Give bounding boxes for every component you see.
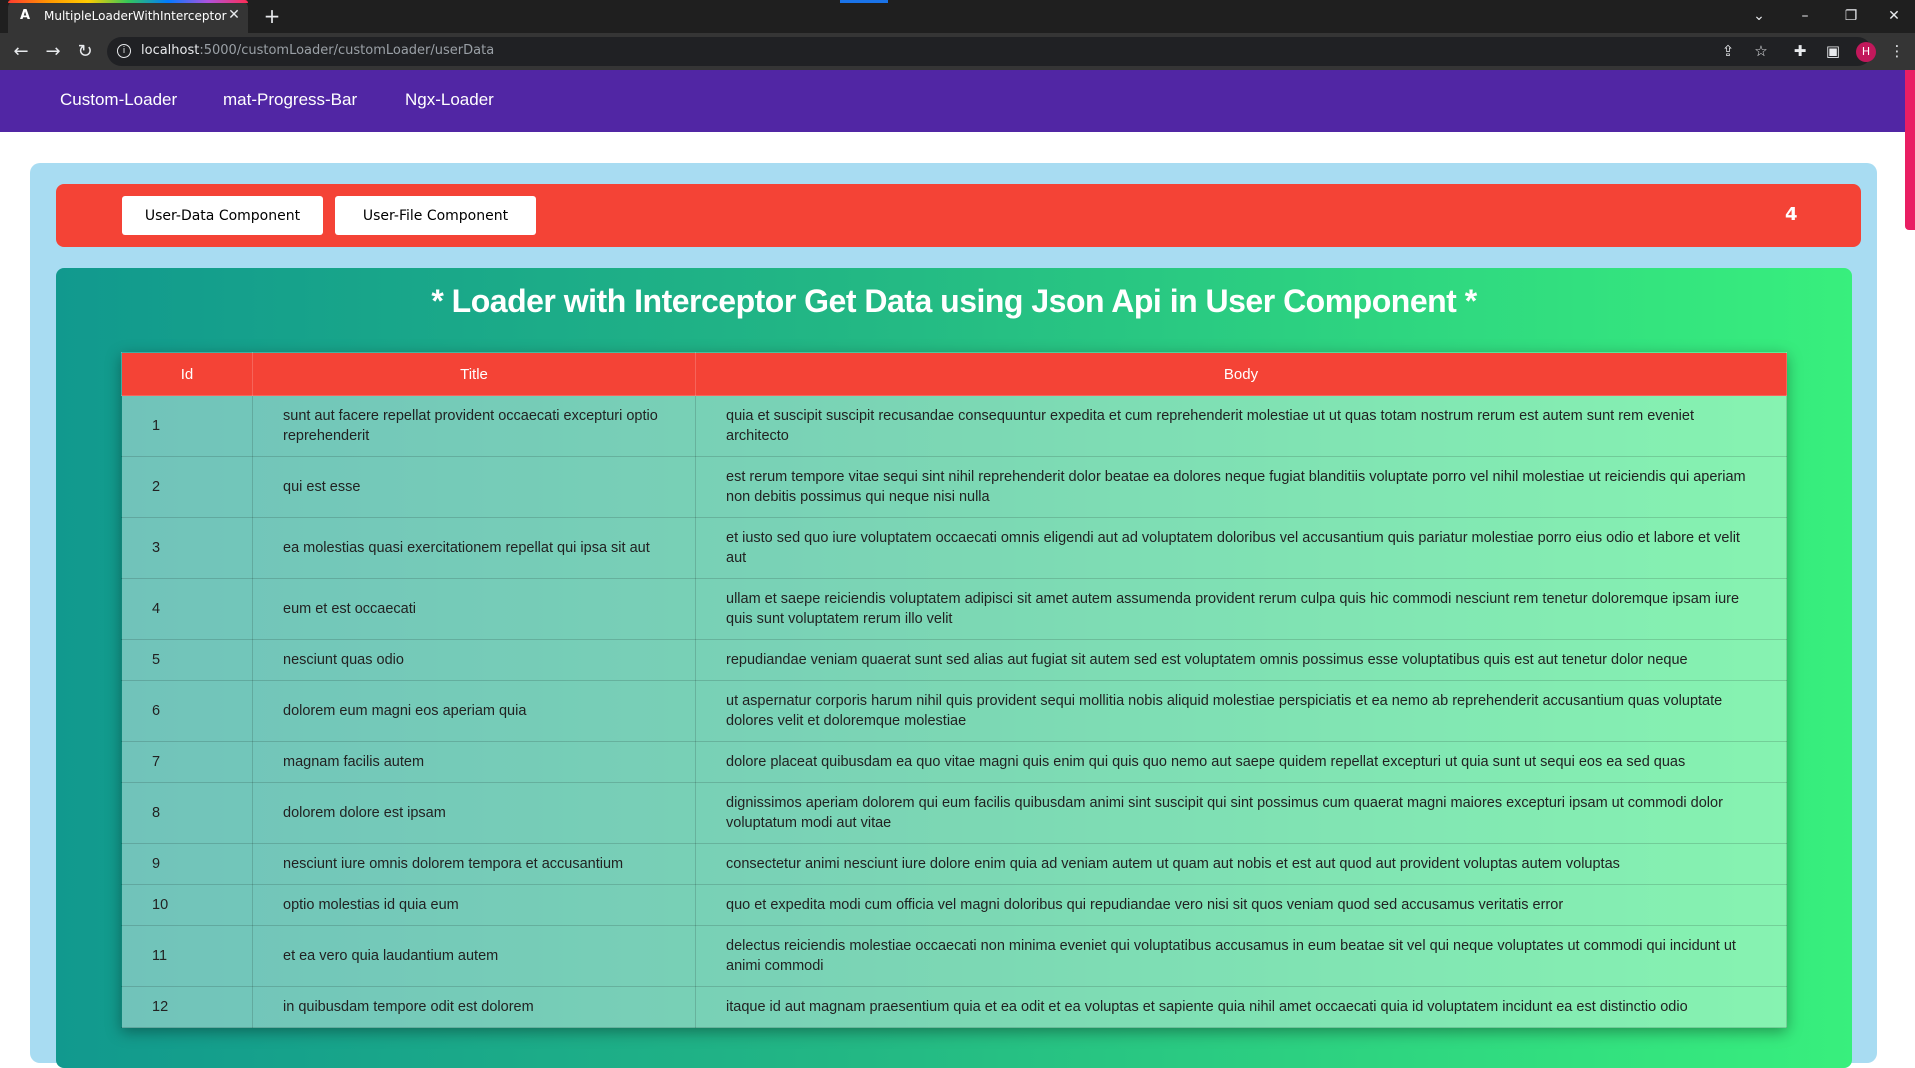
info-icon[interactable]: i [117, 44, 131, 58]
cell-title: et ea vero quia laudantium autem [252, 925, 696, 987]
cell-body: consectetur animi nesciunt iure dolore e… [695, 843, 1787, 885]
nav-link-ngx-loader[interactable]: Ngx-Loader [405, 90, 494, 110]
column-header-title: Title [252, 352, 696, 396]
nav-link-mat-progress-bar[interactable]: mat-Progress-Bar [223, 90, 357, 110]
cell-body: dolore placeat quibusdam ea quo vitae ma… [695, 741, 1787, 783]
page-title: * Loader with Interceptor Get Data using… [431, 283, 1477, 319]
cell-title: sunt aut facere repellat provident occae… [252, 395, 696, 457]
table-row: 11 et ea vero quia laudantium autem dele… [121, 925, 1787, 987]
back-arrow-icon[interactable]: ← [10, 41, 32, 63]
table-row: 1 sunt aut facere repellat provident occ… [121, 395, 1787, 457]
table-row: 12 in quibusdam tempore odit est dolorem… [121, 986, 1787, 1028]
browser-toolbar: ← → ↻ i localhost:5000/customLoader/cust… [0, 33, 1915, 70]
cell-id: 4 [121, 578, 253, 640]
chevron-down-icon[interactable]: ⌄ [1748, 6, 1770, 26]
table-row: 8 dolorem dolore est ipsam dignissimos a… [121, 782, 1787, 844]
tab-accent-stripe [8, 0, 248, 3]
table-row: 2 qui est esse est rerum tempore vitae s… [121, 456, 1787, 518]
menu-dots-icon[interactable]: ⋮ [1887, 41, 1907, 61]
table-row: 3 ea molestias quasi exercitationem repe… [121, 517, 1787, 579]
user-file-component-button[interactable]: User-File Component [335, 196, 536, 235]
close-icon[interactable]: ✕ [226, 7, 242, 23]
table-row: 9 nesciunt iure omnis dolorem tempora et… [121, 843, 1787, 885]
angular-icon: A [20, 8, 31, 23]
table-row: 4 eum et est occaecati ullam et saepe re… [121, 578, 1787, 640]
cell-title: magnam facilis autem [252, 741, 696, 783]
cell-title: nesciunt quas odio [252, 639, 696, 681]
tab-title: MultipleLoaderWithInterceptor [44, 9, 227, 23]
url-text[interactable]: localhost:5000/customLoader/customLoader… [141, 43, 494, 58]
cell-body: itaque id aut magnam praesentium quia et… [695, 986, 1787, 1028]
cell-body: quia et suscipit suscipit recusandae con… [695, 395, 1787, 457]
cell-title: in quibusdam tempore odit est dolorem [252, 986, 696, 1028]
cell-id: 12 [121, 986, 253, 1028]
user-data-component-button[interactable]: User-Data Component [122, 196, 323, 235]
minimize-icon[interactable]: – [1794, 6, 1816, 26]
cell-title: dolorem dolore est ipsam [252, 782, 696, 844]
url-path: :5000/customLoader/customLoader/userData [199, 43, 495, 58]
nav-link-custom-loader[interactable]: Custom-Loader [60, 90, 177, 110]
cell-body: ullam et saepe reiciendis voluptatem adi… [695, 578, 1787, 640]
address-bar[interactable]: i localhost:5000/customLoader/customLoad… [107, 37, 1872, 66]
cell-body: repudiandae veniam quaerat sunt sed alia… [695, 639, 1787, 681]
close-window-icon[interactable]: ✕ [1883, 6, 1905, 26]
cell-title: dolorem eum magni eos aperiam quia [252, 680, 696, 742]
request-counter: 4 [1785, 204, 1798, 225]
table-row: 7 magnam facilis autem dolore placeat qu… [121, 741, 1787, 783]
scrollbar-thumb[interactable] [1905, 70, 1915, 230]
cell-body: dignissimos aperiam dolorem qui eum faci… [695, 782, 1787, 844]
tab-indicator [840, 0, 888, 3]
cell-id: 1 [121, 395, 253, 457]
column-header-body: Body [695, 352, 1787, 396]
plus-icon[interactable]: + [262, 6, 282, 26]
cell-title: optio molestias id quia eum [252, 884, 696, 926]
extensions-icon[interactable]: ✚ [1790, 41, 1810, 61]
star-icon[interactable]: ☆ [1751, 41, 1771, 61]
cell-id: 6 [121, 680, 253, 742]
browser-tabstrip: A MultipleLoaderWithInterceptor ✕ + ⌄ – … [0, 0, 1915, 33]
user-data-panel: * Loader with Interceptor Get Data using… [56, 268, 1852, 1068]
reload-icon[interactable]: ↻ [74, 41, 96, 63]
share-icon[interactable]: ⇪ [1718, 41, 1738, 61]
cell-id: 2 [121, 456, 253, 518]
cell-body: delectus reiciendis molestiae occaecati … [695, 925, 1787, 987]
table-row: 5 nesciunt quas odio repudiandae veniam … [121, 639, 1787, 681]
cell-body: quo et expedita modi cum officia vel mag… [695, 884, 1787, 926]
cell-body: ut aspernatur corporis harum nihil quis … [695, 680, 1787, 742]
cell-title: qui est esse [252, 456, 696, 518]
cell-id: 10 [121, 884, 253, 926]
side-panel-icon[interactable]: ▣ [1823, 41, 1843, 61]
cell-id: 7 [121, 741, 253, 783]
table-header-row: Id Title Body [121, 352, 1787, 396]
cell-title: eum et est occaecati [252, 578, 696, 640]
app-navbar: Custom-Loader mat-Progress-Bar Ngx-Loade… [0, 70, 1915, 132]
restore-icon[interactable]: ❐ [1840, 6, 1862, 26]
browser-tab[interactable]: A MultipleLoaderWithInterceptor ✕ [8, 0, 248, 33]
cell-id: 11 [121, 925, 253, 987]
cell-id: 8 [121, 782, 253, 844]
url-host: localhost [141, 43, 200, 58]
table-row: 6 dolorem eum magni eos aperiam quia ut … [121, 680, 1787, 742]
forward-arrow-icon[interactable]: → [42, 41, 64, 63]
column-header-id: Id [121, 352, 253, 396]
cell-title: nesciunt iure omnis dolorem tempora et a… [252, 843, 696, 885]
cell-id: 3 [121, 517, 253, 579]
cell-body: est rerum tempore vitae sequi sint nihil… [695, 456, 1787, 518]
table-row: 10 optio molestias id quia eum quo et ex… [121, 884, 1787, 926]
cell-id: 9 [121, 843, 253, 885]
cell-id: 5 [121, 639, 253, 681]
avatar[interactable]: H [1856, 42, 1876, 62]
cell-title: ea molestias quasi exercitationem repell… [252, 517, 696, 579]
cell-body: et iusto sed quo iure voluptatem occaeca… [695, 517, 1787, 579]
user-data-table: Id Title Body 1 sunt aut facere repellat… [121, 352, 1787, 1028]
component-toolbar: User-Data Component User-File Component … [56, 184, 1861, 247]
